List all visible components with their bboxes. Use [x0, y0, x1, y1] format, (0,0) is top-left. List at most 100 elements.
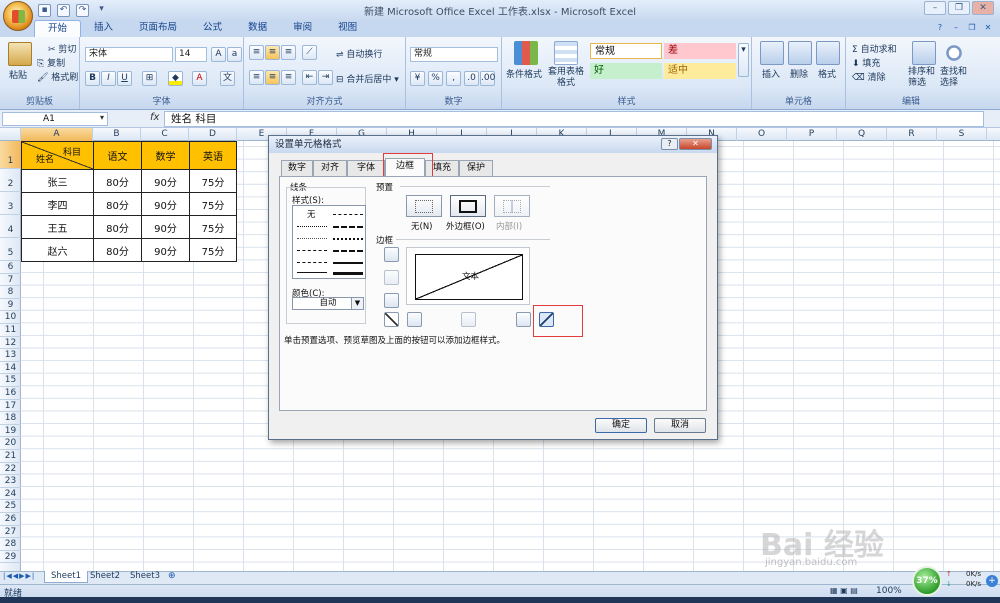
- find-select-icon[interactable]: [942, 41, 966, 65]
- ribbon-restore-icon[interactable]: ❐: [966, 22, 978, 34]
- wrap-text-button[interactable]: ⇌ 自动换行: [336, 47, 382, 60]
- line-style-option[interactable]: [297, 262, 327, 263]
- row-header-13[interactable]: 13: [0, 349, 21, 362]
- row-header-4[interactable]: 4: [0, 215, 21, 238]
- dialog-tab-font[interactable]: 字体: [347, 160, 385, 176]
- row-header-8[interactable]: 8: [0, 286, 21, 299]
- help-icon[interactable]: ?: [934, 22, 946, 34]
- row-header-20[interactable]: 20: [0, 437, 21, 450]
- sheet-tab-1[interactable]: Sheet1: [44, 571, 88, 583]
- tab-review[interactable]: 审阅: [280, 20, 325, 37]
- fill-color-icon[interactable]: ◆: [168, 71, 183, 86]
- row-header-22[interactable]: 22: [0, 463, 21, 476]
- number-format-select[interactable]: 常规: [410, 47, 498, 62]
- row-header-17[interactable]: 17: [0, 400, 21, 413]
- row-header-25[interactable]: 25: [0, 500, 21, 513]
- font-size-select[interactable]: 14: [175, 47, 207, 62]
- minimize-button[interactable]: –: [924, 1, 946, 15]
- table-cell[interactable]: 80分: [93, 238, 142, 262]
- paste-icon[interactable]: [8, 42, 32, 66]
- row-header-12[interactable]: 12: [0, 337, 21, 350]
- shrink-font-icon[interactable]: a: [227, 47, 242, 62]
- tab-view[interactable]: 视图: [325, 20, 370, 37]
- table-cell[interactable]: 90分: [141, 169, 190, 193]
- tab-insert[interactable]: 插入: [81, 20, 126, 37]
- preset-none-button[interactable]: [406, 195, 442, 217]
- delete-cells-button[interactable]: 删除: [790, 67, 808, 80]
- row-header-26[interactable]: 26: [0, 513, 21, 526]
- row-header-6[interactable]: 6: [0, 261, 21, 274]
- increase-indent-icon[interactable]: ⇥: [318, 70, 333, 85]
- table-cell[interactable]: 90分: [141, 215, 190, 239]
- styles-more-icon[interactable]: ▾: [738, 43, 749, 77]
- dialog-tab-alignment[interactable]: 对齐: [313, 160, 347, 176]
- sheet-tab-2[interactable]: Sheet2: [84, 571, 126, 583]
- clear-button[interactable]: ⌫ 清除: [852, 70, 886, 83]
- italic-button[interactable]: I: [101, 71, 116, 86]
- border-diagonal-up-button[interactable]: [384, 312, 399, 327]
- format-cells-button[interactable]: 格式: [818, 67, 836, 80]
- table-cell[interactable]: 张三: [21, 169, 94, 193]
- font-name-select[interactable]: 宋体: [85, 47, 173, 62]
- line-color-select[interactable]: 自动 ▼: [292, 297, 364, 310]
- format-cells-icon[interactable]: [816, 41, 840, 65]
- tab-home[interactable]: 开始: [34, 20, 82, 37]
- line-style-option[interactable]: [297, 238, 327, 239]
- close-window-button[interactable]: ✕: [972, 1, 994, 15]
- col-header-r[interactable]: R: [887, 128, 937, 141]
- paste-button[interactable]: 粘贴: [9, 68, 27, 81]
- insert-cells-icon[interactable]: [760, 41, 784, 65]
- name-box-dropdown-icon[interactable]: ▾: [100, 113, 104, 122]
- row-header-19[interactable]: 19: [0, 425, 21, 438]
- border-inside-horizontal-button[interactable]: [384, 270, 399, 285]
- table-cell[interactable]: 75分: [189, 192, 237, 216]
- decrease-indent-icon[interactable]: ⇤: [302, 70, 317, 85]
- ribbon-close-icon[interactable]: ✕: [982, 22, 994, 34]
- row-header-10[interactable]: 10: [0, 311, 21, 324]
- row-header-27[interactable]: 27: [0, 526, 21, 539]
- restore-button[interactable]: ❐: [948, 1, 970, 15]
- table-format-button[interactable]: 套用表格格式: [544, 67, 588, 89]
- font-color-icon[interactable]: A: [192, 71, 207, 86]
- dialog-close-button[interactable]: ✕: [679, 138, 712, 150]
- col-header-b[interactable]: B: [93, 128, 141, 141]
- sort-filter-icon[interactable]: [912, 41, 936, 65]
- tab-data[interactable]: 数据: [235, 20, 280, 37]
- line-style-option[interactable]: [333, 250, 363, 252]
- row-header-5[interactable]: 5: [0, 238, 21, 261]
- style-normal[interactable]: 常规: [590, 43, 662, 59]
- name-box[interactable]: A1: [2, 112, 108, 126]
- col-header-a[interactable]: A: [21, 128, 93, 141]
- ok-button[interactable]: 确定: [595, 418, 647, 433]
- col-header-o[interactable]: O: [737, 128, 787, 141]
- line-style-list[interactable]: 无: [292, 205, 366, 279]
- view-buttons-icon[interactable]: ▦ ▣ ▤: [830, 586, 858, 595]
- currency-icon[interactable]: ¥: [410, 71, 425, 86]
- align-left-icon[interactable]: ≡: [249, 70, 264, 85]
- row-header-14[interactable]: 14: [0, 362, 21, 375]
- border-top-button[interactable]: [384, 247, 399, 262]
- insert-function-icon[interactable]: fx: [150, 112, 159, 123]
- tab-formulas[interactable]: 公式: [190, 20, 235, 37]
- table-cell[interactable]: 90分: [141, 238, 190, 262]
- sort-filter-button[interactable]: 排序和筛选: [908, 67, 936, 89]
- preset-outline-button[interactable]: [450, 195, 486, 217]
- select-all-corner[interactable]: [0, 128, 21, 141]
- phonetic-icon[interactable]: 文: [220, 71, 235, 86]
- row-header-28[interactable]: 28: [0, 538, 21, 551]
- align-center-icon[interactable]: ≡: [265, 70, 280, 85]
- zoom-level[interactable]: 100%: [876, 586, 902, 596]
- corner-header-cell[interactable]: 科目 姓名: [21, 141, 94, 170]
- row-header-24[interactable]: 24: [0, 488, 21, 501]
- row-header-23[interactable]: 23: [0, 475, 21, 488]
- line-style-option[interactable]: [297, 250, 327, 251]
- row-header-1[interactable]: 1: [0, 141, 21, 169]
- col-header-c[interactable]: C: [141, 128, 189, 141]
- table-cell[interactable]: 80分: [93, 169, 142, 193]
- border-preview[interactable]: 文本: [406, 247, 530, 305]
- insert-cells-button[interactable]: 插入: [762, 67, 780, 80]
- table-cell[interactable]: 75分: [189, 238, 237, 262]
- row-header-16[interactable]: 16: [0, 387, 21, 400]
- cut-button[interactable]: ✂ 剪切: [48, 42, 76, 55]
- dialog-help-button[interactable]: ?: [661, 138, 678, 150]
